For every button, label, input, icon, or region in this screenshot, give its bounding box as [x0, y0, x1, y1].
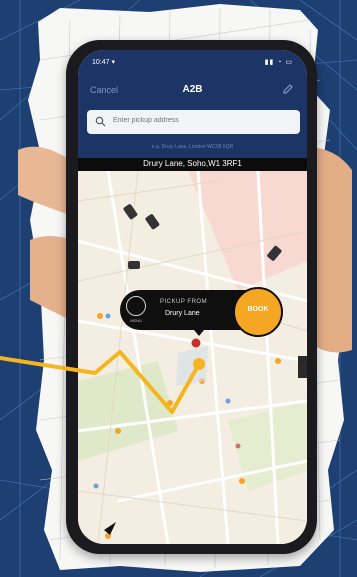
- book-label: BOOK: [247, 306, 269, 313]
- status-icons: ▮▮ ◔ ▭: [264, 59, 293, 66]
- pickup-bubble[interactable]: MENU PICKUP FROM Drury Lane BOOK: [120, 287, 283, 337]
- search-box[interactable]: [87, 110, 300, 134]
- map-view[interactable]: [78, 171, 307, 544]
- navbar: Cancel A2B: [90, 82, 295, 100]
- app-header: 10:47 ▾ ▮▮ ◔ ▭ Cancel A2B e.g. Drury Lan…: [78, 50, 307, 168]
- search-icon: [95, 116, 106, 127]
- pickup-label: PICKUP FROM: [160, 299, 208, 305]
- menu-icon-caption: MENU: [130, 318, 142, 323]
- status-bar: 10:47 ▾ ▮▮ ◔ ▭: [92, 58, 293, 68]
- pickup-pin-icon: [191, 338, 201, 348]
- book-button[interactable]: BOOK: [233, 287, 283, 337]
- menu-icon[interactable]: [126, 296, 146, 316]
- bubble-pointer: [194, 330, 204, 336]
- current-location-bar: Drury Lane, Soho,W1 3RF1: [78, 158, 307, 171]
- current-location-text: Drury Lane, Soho,W1 3RF1: [143, 159, 242, 168]
- pickup-location: Drury Lane: [165, 310, 200, 317]
- search-input[interactable]: [113, 117, 292, 124]
- edit-icon[interactable]: [281, 82, 295, 96]
- app-title: A2B: [182, 84, 203, 95]
- search-hint: e.g. Drury Lane, London WC2B 5QR: [151, 144, 234, 150]
- status-time: 10:47 ▾: [92, 59, 115, 66]
